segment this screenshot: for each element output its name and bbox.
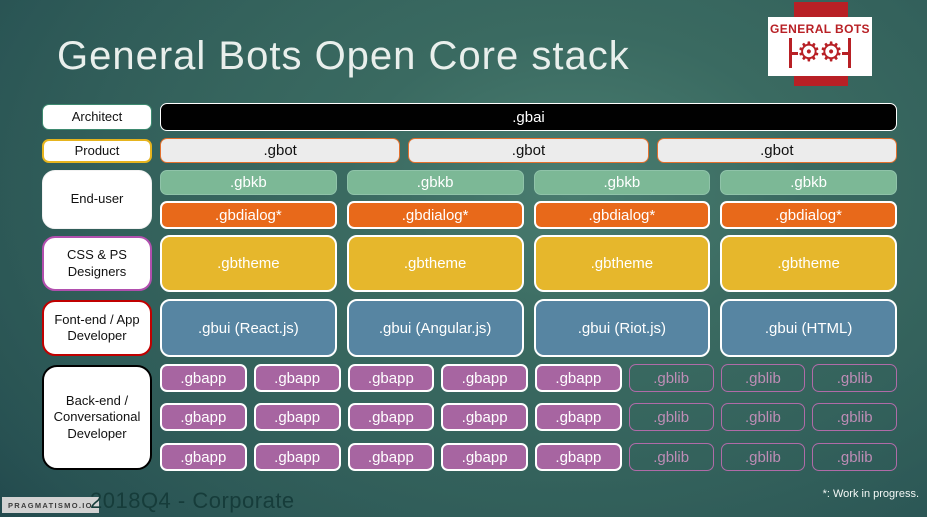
role-label-product: Product bbox=[42, 139, 152, 163]
layer-gbui: .gbui (React.js) .gbui (Angular.js) .gbu… bbox=[160, 299, 897, 357]
gbui-react-box: .gbui (React.js) bbox=[160, 299, 337, 357]
layer-gbai: .gbai bbox=[160, 103, 897, 131]
gbui-html-box: .gbui (HTML) bbox=[720, 299, 897, 357]
gbdialog-box: .gbdialog* bbox=[720, 201, 897, 229]
gbapp-box: .gbapp bbox=[535, 364, 622, 392]
layer-gbot: .gbot .gbot .gbot bbox=[160, 138, 897, 163]
gbot-box: .gbot bbox=[160, 138, 401, 163]
gbui-angular-box: .gbui (Angular.js) bbox=[346, 299, 524, 357]
layer-gbtheme: .gbtheme .gbtheme .gbtheme .gbtheme bbox=[160, 235, 897, 292]
gbapp-box: .gbapp bbox=[160, 443, 247, 471]
gbapp-box: .gbapp bbox=[347, 443, 435, 471]
gblib-box: .gblib bbox=[812, 403, 897, 431]
gbapp-box: .gbapp bbox=[535, 443, 622, 471]
gbkb-box: .gbkb bbox=[533, 170, 711, 195]
gbdialog-box: .gbdialog* bbox=[160, 201, 337, 229]
pragmatismo-brand-chip: PRAGMATISMO.IO bbox=[2, 497, 99, 513]
role-label-designers: CSS & PS Designers bbox=[42, 236, 152, 291]
gear-icon: ⚙ bbox=[819, 37, 844, 68]
layer-gbkb: .gbkb .gbkb .gbkb .gbkb bbox=[160, 170, 897, 195]
gbtheme-box: .gbtheme bbox=[720, 235, 897, 292]
layer-gbapp-row-2: .gbapp .gbapp .gbapp .gbapp .gbapp .gbli… bbox=[160, 403, 897, 431]
gbot-box: .gbot bbox=[656, 138, 897, 163]
gbkb-box: .gbkb bbox=[720, 170, 897, 195]
gear-axis-bar bbox=[848, 38, 852, 68]
gblib-box: .gblib bbox=[628, 443, 714, 471]
gblib-box: .gblib bbox=[720, 403, 806, 431]
gbkb-box: .gbkb bbox=[346, 170, 524, 195]
layer-gbdialog: .gbdialog* .gbdialog* .gbdialog* .gbdial… bbox=[160, 201, 897, 229]
gbapp-box: .gbapp bbox=[441, 403, 528, 431]
gbtheme-box: .gbtheme bbox=[160, 235, 337, 292]
gblib-box: .gblib bbox=[628, 364, 714, 392]
gear-icon: ⚙ bbox=[796, 37, 821, 68]
gblib-box: .gblib bbox=[720, 364, 806, 392]
gbapp-box: .gbapp bbox=[160, 364, 247, 392]
gbapp-box: .gbapp bbox=[253, 443, 341, 471]
gbot-box: .gbot bbox=[408, 138, 649, 163]
gblib-box: .gblib bbox=[720, 443, 806, 471]
gbdialog-box: .gbdialog* bbox=[346, 201, 524, 229]
logo-brand-text: GENERAL BOTS bbox=[770, 22, 870, 36]
gbapp-box: .gbapp bbox=[160, 403, 247, 431]
role-label-backend-developer: Back-end / Conversational Developer bbox=[42, 365, 152, 470]
gblib-box: .gblib bbox=[812, 364, 897, 392]
gbapp-box: .gbapp bbox=[441, 364, 528, 392]
gbapp-box: .gbapp bbox=[253, 364, 341, 392]
gblib-box: .gblib bbox=[812, 443, 897, 471]
footer-caption: 2018Q4 - Corporate bbox=[90, 488, 295, 513]
layer-gbapp-row-1: .gbapp .gbapp .gbapp .gbapp .gbapp .gbli… bbox=[160, 364, 897, 392]
gbapp-box: .gbapp bbox=[535, 403, 622, 431]
general-bots-logo: GENERAL BOTS ⚙ ⚙ bbox=[768, 17, 872, 76]
role-label-architect: Architect bbox=[42, 104, 152, 130]
gbtheme-box: .gbtheme bbox=[346, 235, 524, 292]
gbapp-box: .gbapp bbox=[347, 364, 435, 392]
gbai-box: .gbai bbox=[160, 103, 897, 131]
gbapp-box: .gbapp bbox=[441, 443, 528, 471]
gbui-riot-box: .gbui (Riot.js) bbox=[533, 299, 711, 357]
gbkb-box: .gbkb bbox=[160, 170, 337, 195]
role-label-frontend-developer: Font-end / App Developer bbox=[42, 300, 152, 356]
slide: General Bots Open Core stack GENERAL BOT… bbox=[0, 0, 927, 517]
gbdialog-box: .gbdialog* bbox=[533, 201, 711, 229]
layer-gbapp-row-3: .gbapp .gbapp .gbapp .gbapp .gbapp .gbli… bbox=[160, 443, 897, 471]
gears-icon: ⚙ ⚙ bbox=[788, 36, 852, 70]
work-in-progress-note: *: Work in progress. bbox=[822, 488, 919, 500]
gbapp-box: .gbapp bbox=[253, 403, 341, 431]
gbtheme-box: .gbtheme bbox=[533, 235, 711, 292]
role-label-end-user: End-user bbox=[42, 170, 152, 229]
page-title: General Bots Open Core stack bbox=[57, 34, 630, 78]
gblib-box: .gblib bbox=[628, 403, 714, 431]
gbapp-box: .gbapp bbox=[347, 403, 435, 431]
